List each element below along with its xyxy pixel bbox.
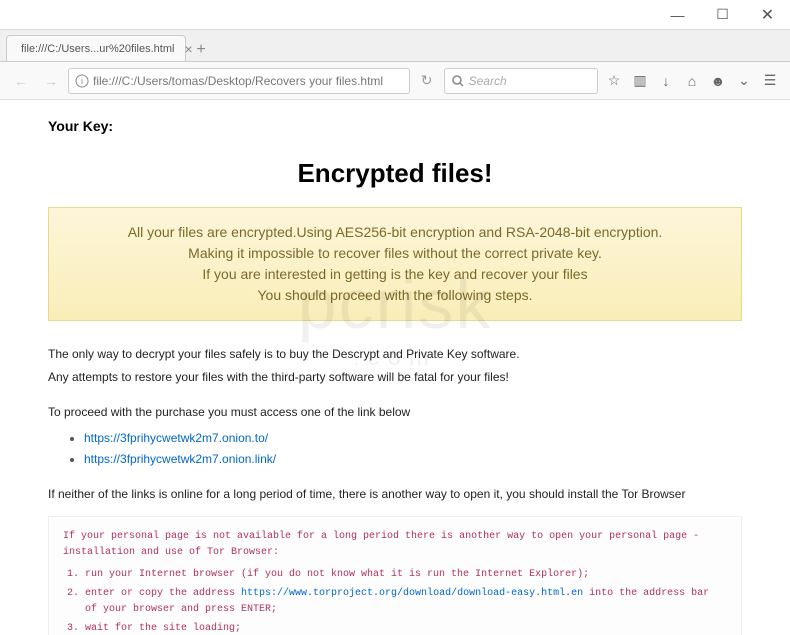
page-content: Your Key: Encrypted files! All your file… — [0, 100, 790, 635]
list-item: https://3fprihycwetwk2m7.onion.link/ — [84, 450, 742, 469]
onion-link[interactable]: https://3fprihycwetwk2m7.onion.link/ — [84, 452, 276, 466]
warning-line: All your files are encrypted.Using AES25… — [69, 222, 721, 243]
warning-line: If you are interested in getting is the … — [69, 264, 721, 285]
warning-box: All your files are encrypted.Using AES25… — [48, 207, 742, 321]
body-text: The only way to decrypt your files safel… — [48, 345, 742, 635]
minimize-button[interactable]: — — [655, 0, 700, 29]
tab-bar: file:///C:/Users...ur%20files.html × + — [0, 30, 790, 62]
toolbar-icons: ☆ ▥ ↓ ⌂ ☻ ⌄ ☰ — [602, 69, 782, 93]
pocket-icon[interactable]: ⌄ — [732, 69, 756, 93]
new-tab-button[interactable]: + — [188, 39, 214, 61]
menu-icon[interactable]: ☰ — [758, 69, 782, 93]
library-icon[interactable]: ▥ — [628, 69, 652, 93]
instruction-step: run your Internet browser (if you do not… — [85, 567, 727, 583]
tor-instructions-box: If your personal page is not available f… — [48, 516, 742, 635]
reload-button[interactable]: ↻ — [414, 68, 440, 94]
instruction-step: enter or copy the address https://www.to… — [85, 586, 727, 618]
info-icon[interactable]: i — [75, 74, 89, 88]
onion-link-list: https://3fprihycwetwk2m7.onion.to/ https… — [84, 429, 742, 469]
body-paragraph: To proceed with the purchase you must ac… — [48, 403, 742, 422]
search-icon — [451, 74, 465, 88]
titlebar: — ☐ ✕ — [0, 0, 790, 30]
instruction-step: wait for the site loading; — [85, 621, 727, 635]
back-button[interactable]: ← — [8, 68, 34, 94]
home-icon[interactable]: ⌂ — [680, 69, 704, 93]
forward-button[interactable]: → — [38, 68, 64, 94]
body-paragraph: The only way to decrypt your files safel… — [48, 345, 742, 364]
key-label: Your Key: — [48, 118, 742, 134]
browser-tab[interactable]: file:///C:/Users...ur%20files.html × — [6, 35, 186, 61]
maximize-button[interactable]: ☐ — [700, 0, 745, 29]
url-bar[interactable]: i file:///C:/Users/tomas/Desktop/Recover… — [68, 68, 410, 94]
tab-title: file:///C:/Users...ur%20files.html — [21, 43, 174, 55]
window-controls: — ☐ ✕ — [655, 0, 790, 29]
url-text: file:///C:/Users/tomas/Desktop/Recovers … — [93, 74, 403, 88]
close-button[interactable]: ✕ — [745, 0, 790, 29]
warning-line: Making it impossible to recover files wi… — [69, 243, 721, 264]
code-intro: If your personal page is not available f… — [63, 529, 727, 561]
instruction-list: run your Internet browser (if you do not… — [85, 567, 727, 635]
bookmark-icon[interactable]: ☆ — [602, 69, 626, 93]
page-title: Encrypted files! — [48, 158, 742, 189]
onion-link[interactable]: https://3fprihycwetwk2m7.onion.to/ — [84, 431, 268, 445]
chat-icon[interactable]: ☻ — [706, 69, 730, 93]
search-bar[interactable]: Search — [444, 68, 598, 94]
warning-line: You should proceed with the following st… — [69, 285, 721, 306]
list-item: https://3fprihycwetwk2m7.onion.to/ — [84, 429, 742, 448]
search-placeholder: Search — [469, 74, 591, 88]
body-paragraph: If neither of the links is online for a … — [48, 485, 742, 504]
nav-toolbar: ← → i file:///C:/Users/tomas/Desktop/Rec… — [0, 62, 790, 100]
svg-text:i: i — [81, 76, 83, 86]
download-icon[interactable]: ↓ — [654, 69, 678, 93]
torproject-link[interactable]: https://www.torproject.org/download/down… — [241, 588, 583, 599]
body-paragraph: Any attempts to restore your files with … — [48, 368, 742, 387]
